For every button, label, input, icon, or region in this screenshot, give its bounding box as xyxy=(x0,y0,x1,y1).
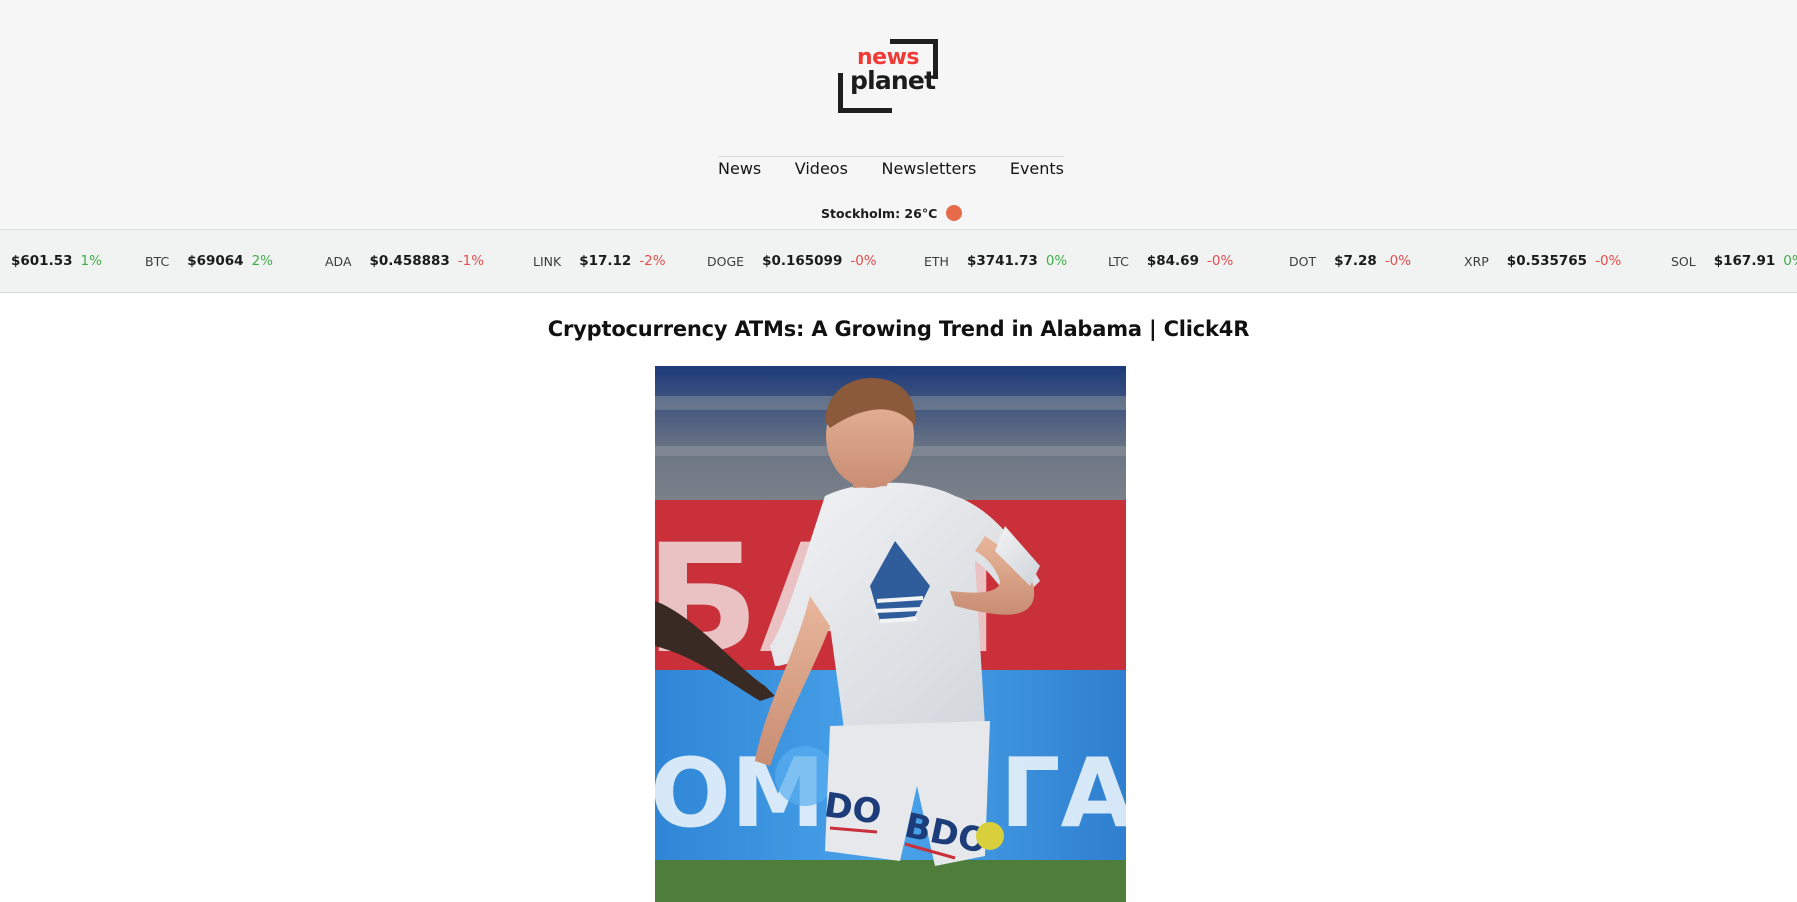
weather-widget: Stockholm: 26°C xyxy=(821,205,963,221)
ticker-symbol: LINK xyxy=(533,253,562,269)
ticker-item[interactable]: BTC $69064 2% xyxy=(145,230,273,292)
ticker-symbol: SOL xyxy=(1671,253,1696,269)
nav-item-newsletters[interactable]: Newsletters xyxy=(881,159,976,178)
ticker-price: $0.535765 xyxy=(1506,253,1588,269)
ticker-change: -0% xyxy=(1206,253,1234,269)
ticker-item[interactable]: $601.53 1% xyxy=(11,230,102,292)
article-headline: Cryptocurrency ATMs: A Growing Trend in … xyxy=(547,317,1250,342)
ticker-symbol: ETH xyxy=(924,253,949,269)
article-hero-image: БАЛ OM ГАЗ DO BDO xyxy=(655,366,1126,902)
ticker-item[interactable]: LTC $84.69 -0% xyxy=(1108,230,1233,292)
hero-banner-right-text: ГАЗ xyxy=(1000,739,1126,849)
ticker-symbol: DOT xyxy=(1289,253,1317,269)
ticker-price: $3741.73 xyxy=(966,253,1038,269)
ticker-symbol: BTC xyxy=(145,253,170,269)
ticker-item[interactable]: LINK $17.12 -2% xyxy=(533,230,666,292)
logo-word-planet: planet xyxy=(850,66,936,95)
ticker-change: 0% xyxy=(1783,253,1797,269)
ticker-price: $17.12 xyxy=(579,253,632,269)
nav-item-events[interactable]: Events xyxy=(1010,159,1064,178)
ticker-price: $0.165099 xyxy=(762,253,843,269)
ticker-change: -1% xyxy=(457,253,485,269)
crypto-ticker: $601.53 1% BTC $69064 2% ADA $0.458883 -… xyxy=(0,229,1797,293)
ticker-change: 2% xyxy=(251,253,274,269)
ticker-change: -0% xyxy=(850,253,877,269)
ticker-change: -0% xyxy=(1384,253,1412,269)
ticker-item[interactable]: DOGE $0.165099 -0% xyxy=(707,230,877,292)
ticker-price: $0.458883 xyxy=(369,253,450,269)
ticker-price: $601.53 xyxy=(11,253,73,269)
ticker-item[interactable]: ETH $3741.73 0% xyxy=(924,230,1067,292)
ticker-change: 1% xyxy=(80,253,102,269)
ticker-price: $84.69 xyxy=(1146,253,1199,269)
ticker-item[interactable]: SOL $167.91 0% xyxy=(1671,230,1797,292)
ticker-price: $167.91 xyxy=(1713,253,1776,269)
ticker-symbol: LTC xyxy=(1108,253,1129,269)
ticker-change: 0% xyxy=(1045,253,1068,269)
ticker-item[interactable]: XRP $0.535765 -0% xyxy=(1464,230,1621,292)
nav-divider xyxy=(718,156,1064,157)
ticker-item[interactable]: DOT $7.28 -0% xyxy=(1289,230,1411,292)
ticker-symbol: ADA xyxy=(325,253,352,269)
ticker-change: -0% xyxy=(1595,253,1622,269)
ticker-change: -2% xyxy=(639,253,666,269)
site-header: news planet News Videos Newsletters Even… xyxy=(0,0,1797,229)
ticker-price: $69064 xyxy=(187,253,244,269)
sun-icon xyxy=(946,205,963,221)
nav-item-news[interactable]: News xyxy=(718,159,761,178)
site-logo[interactable]: news planet xyxy=(838,39,940,113)
main-nav: News Videos Newsletters Events xyxy=(718,159,1064,178)
weather-text: Stockholm: 26°C xyxy=(821,205,938,221)
ticker-symbol: XRP xyxy=(1464,253,1489,269)
hero-jersey-left-text: DO xyxy=(822,785,884,833)
ticker-symbol: DOGE xyxy=(707,253,745,269)
ticker-price: $7.28 xyxy=(1334,253,1377,269)
hero-image-illustration: БАЛ OM ГАЗ DO BDO xyxy=(655,366,1126,902)
nav-item-videos[interactable]: Videos xyxy=(795,159,848,178)
ticker-item[interactable]: ADA $0.458883 -1% xyxy=(325,230,484,292)
